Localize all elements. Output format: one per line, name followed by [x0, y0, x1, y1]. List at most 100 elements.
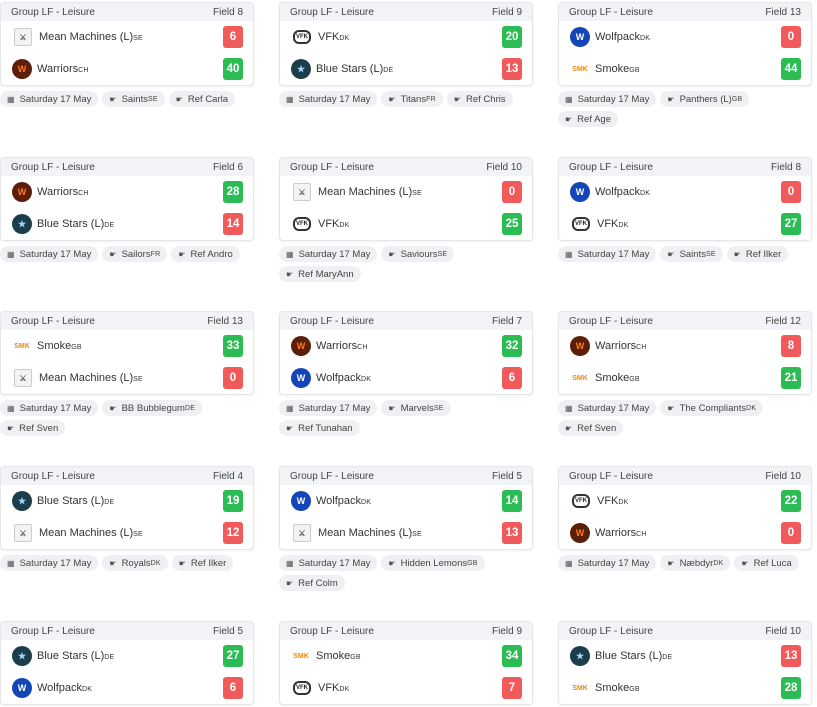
team-row[interactable]: SMK SmokeGB 34	[280, 640, 532, 672]
referee-chip[interactable]: ☛ Ref Carla	[168, 91, 236, 107]
team-row[interactable]: W WarriorsCH 32	[280, 330, 532, 362]
officiating-team-chip[interactable]: ☛ The Compliants DK	[660, 400, 764, 416]
country-code: DK	[361, 376, 372, 383]
match-box: Group LF - Leisure Field 13 SMK SmokeGB 33 ⚔ M…	[0, 311, 254, 395]
team-row[interactable]: ★ Blue Stars (L)DE 27	[1, 640, 253, 672]
officiating-team-chip[interactable]: ☛ Titans FR	[381, 91, 443, 107]
referee-chip[interactable]: ☛ Ref Sven	[558, 420, 624, 436]
team-row[interactable]: VFK VFKDK 25	[280, 208, 532, 240]
team-row[interactable]: ⚔ Mean Machines (L)SE 13	[280, 517, 532, 549]
match-card[interactable]: Group LF - Leisure Field 6 W WarriorsCH 28 ★ B…	[0, 157, 254, 262]
team-row[interactable]: W WolfpackDK 14	[280, 485, 532, 517]
officiating-team-chip[interactable]: ☛ Næbdyr DK	[660, 555, 731, 571]
officiating-team-chip[interactable]: ☛ Saints SE	[660, 246, 723, 262]
team-row[interactable]: ⚔ Mean Machines (L)SE 0	[280, 176, 532, 208]
referee-chip[interactable]: ☛ Ref Age	[558, 111, 618, 127]
date-chip[interactable]: ▦ Saturday 17 May	[279, 246, 378, 262]
referee-chip[interactable]: ☛ Ref Colm	[279, 575, 345, 591]
match-card[interactable]: Group LF - Leisure Field 7 W WarriorsCH 32 W W…	[279, 311, 533, 436]
team-row[interactable]: W WarriorsCH 8	[559, 330, 811, 362]
team-row[interactable]: W WolfpackDK 0	[559, 21, 811, 53]
date-chip[interactable]: ▦ Saturday 17 May	[0, 91, 99, 107]
date-chip[interactable]: ▦ Saturday 17 May	[279, 555, 378, 571]
match-card[interactable]: Group LF - Leisure Field 13 SMK SmokeGB 33 ⚔ M…	[0, 311, 254, 436]
match-card[interactable]: Group LF - Leisure Field 5 ★ Blue Stars (L)…	[0, 621, 254, 705]
match-card[interactable]: Group LF - Leisure Field 13 W WolfpackDK 0 SM…	[558, 2, 812, 127]
referee-chip[interactable]: ☛ Ref Chris	[446, 91, 513, 107]
team-row[interactable]: ★ Blue Stars (L)DE 13	[280, 53, 532, 85]
date-chip[interactable]: ▦ Saturday 17 May	[0, 246, 99, 262]
match-header: Group LF - Leisure Field 4	[1, 467, 253, 485]
officiating-team-chip[interactable]: ☛ Saviours SE	[381, 246, 455, 262]
group-label: Group LF - Leisure	[569, 625, 653, 637]
team-row[interactable]: ⚔ Mean Machines (L)SE 0	[1, 362, 253, 394]
officiating-team-chip[interactable]: ☛ Royals DK	[102, 555, 168, 571]
match-card[interactable]: Group LF - Leisure Field 5 W WolfpackDK 14 ⚔ M…	[279, 466, 533, 591]
match-header: Group LF - Leisure Field 10	[559, 622, 811, 640]
date-chip[interactable]: ▦ Saturday 17 May	[558, 555, 657, 571]
team-row[interactable]: W WarriorsCH 0	[559, 517, 811, 549]
officiating-team-chip[interactable]: ☛ Sailors FR	[102, 246, 168, 262]
group-label: Group LF - Leisure	[569, 315, 653, 327]
date-chip[interactable]: ▦ Saturday 17 May	[0, 400, 99, 416]
team-row[interactable]: W WolfpackDK 6	[1, 672, 253, 704]
referee-chip[interactable]: ☛ Ref Ilker	[726, 246, 789, 262]
match-card[interactable]: Group LF - Leisure Field 9 SMK SmokeGB 34 VFK…	[279, 621, 533, 705]
team-row[interactable]: W WarriorsCH 28	[1, 176, 253, 208]
team-row[interactable]: ⚔ Mean Machines (L)SE 6	[1, 21, 253, 53]
official-name: Ref Andro	[190, 248, 233, 260]
match-card[interactable]: Group LF - Leisure Field 12 W WarriorsCH 8 SM…	[558, 311, 812, 436]
official-name: Næbdyr	[679, 557, 714, 569]
referee-chip[interactable]: ☛ Ref Luca	[734, 555, 799, 571]
whistle-icon: ☛	[388, 94, 396, 104]
team-row[interactable]: SMK SmokeGB 28	[559, 672, 811, 704]
team-row[interactable]: ★ Blue Stars (L)DE 13	[559, 640, 811, 672]
match-header: Group LF - Leisure Field 13	[559, 3, 811, 21]
match-card[interactable]: Group LF - Leisure Field 8 W WolfpackDK 0 VFK…	[558, 157, 812, 262]
officiating-team-chip[interactable]: ☛ Panthers (L) GB	[660, 91, 750, 107]
date-chip[interactable]: ▦ Saturday 17 May	[558, 91, 657, 107]
match-card[interactable]: Group LF - Leisure Field 10 ⚔ Mean Machines…	[279, 157, 533, 282]
team-row[interactable]: VFK VFKDK 20	[280, 21, 532, 53]
referee-chip[interactable]: ☛ Ref Ilker	[171, 555, 234, 571]
team-row[interactable]: VFK VFKDK 7	[280, 672, 532, 704]
referee-chip[interactable]: ☛ Ref Andro	[171, 246, 240, 262]
team-row[interactable]: ⚔ Mean Machines (L)SE 12	[1, 517, 253, 549]
referee-chip[interactable]: ☛ Ref MaryAnn	[279, 266, 361, 282]
team-row[interactable]: ★ Blue Stars (L)DE 19	[1, 485, 253, 517]
date-chip[interactable]: ▦ Saturday 17 May	[558, 400, 657, 416]
officiating-team-chip[interactable]: ☛ BB Bubblegum DE	[102, 400, 203, 416]
match-card[interactable]: Group LF - Leisure Field 10 VFK VFKDK 22 W War…	[558, 466, 812, 571]
team-row[interactable]: SMK SmokeGB 44	[559, 53, 811, 85]
match-card[interactable]: Group LF - Leisure Field 10 ★ Blue Stars (L…	[558, 621, 812, 705]
whistle-icon: ☛	[453, 94, 461, 104]
match-header: Group LF - Leisure Field 10	[559, 467, 811, 485]
team-row[interactable]: SMK SmokeGB 33	[1, 330, 253, 362]
country-code: CH	[636, 531, 647, 538]
team-row[interactable]: W WarriorsCH 40	[1, 53, 253, 85]
officiating-team-chip[interactable]: ☛ Hidden Lemons GB	[381, 555, 485, 571]
date-chip[interactable]: ▦ Saturday 17 May	[279, 91, 378, 107]
team-row[interactable]: W WolfpackDK 0	[559, 176, 811, 208]
date-chip[interactable]: ▦ Saturday 17 May	[0, 555, 99, 571]
match-card[interactable]: Group LF - Leisure Field 8 ⚔ Mean Machines …	[0, 2, 254, 107]
date-chip[interactable]: ▦ Saturday 17 May	[279, 400, 378, 416]
match-card[interactable]: Group LF - Leisure Field 9 VFK VFKDK 20 ★ Blue…	[279, 2, 533, 107]
whistle-icon: ☛	[109, 94, 117, 104]
match-card[interactable]: Group LF - Leisure Field 4 ★ Blue Stars (L)…	[0, 466, 254, 571]
group-label: Group LF - Leisure	[569, 161, 653, 173]
team-row[interactable]: VFK VFKDK 22	[559, 485, 811, 517]
field-label: Field 8	[770, 161, 801, 173]
team-row[interactable]: ★ Blue Stars (L)DE 14	[1, 208, 253, 240]
officiating-team-chip[interactable]: ☛ Marvels SE	[381, 400, 451, 416]
officiating-team-chip[interactable]: ☛ Saints SE	[102, 91, 165, 107]
vfk-logo-icon: VFK	[293, 217, 311, 231]
smoke-logo-icon: SMK	[570, 59, 590, 79]
referee-chip[interactable]: ☛ Ref Tunahan	[279, 420, 360, 436]
team-row[interactable]: SMK SmokeGB 21	[559, 362, 811, 394]
team-row[interactable]: VFK VFKDK 27	[559, 208, 811, 240]
date-chip[interactable]: ▦ Saturday 17 May	[558, 246, 657, 262]
team-row[interactable]: W WolfpackDK 6	[280, 362, 532, 394]
referee-chip[interactable]: ☛ Ref Sven	[0, 420, 66, 436]
match-box: Group LF - Leisure Field 5 ★ Blue Stars (L)…	[0, 621, 254, 705]
